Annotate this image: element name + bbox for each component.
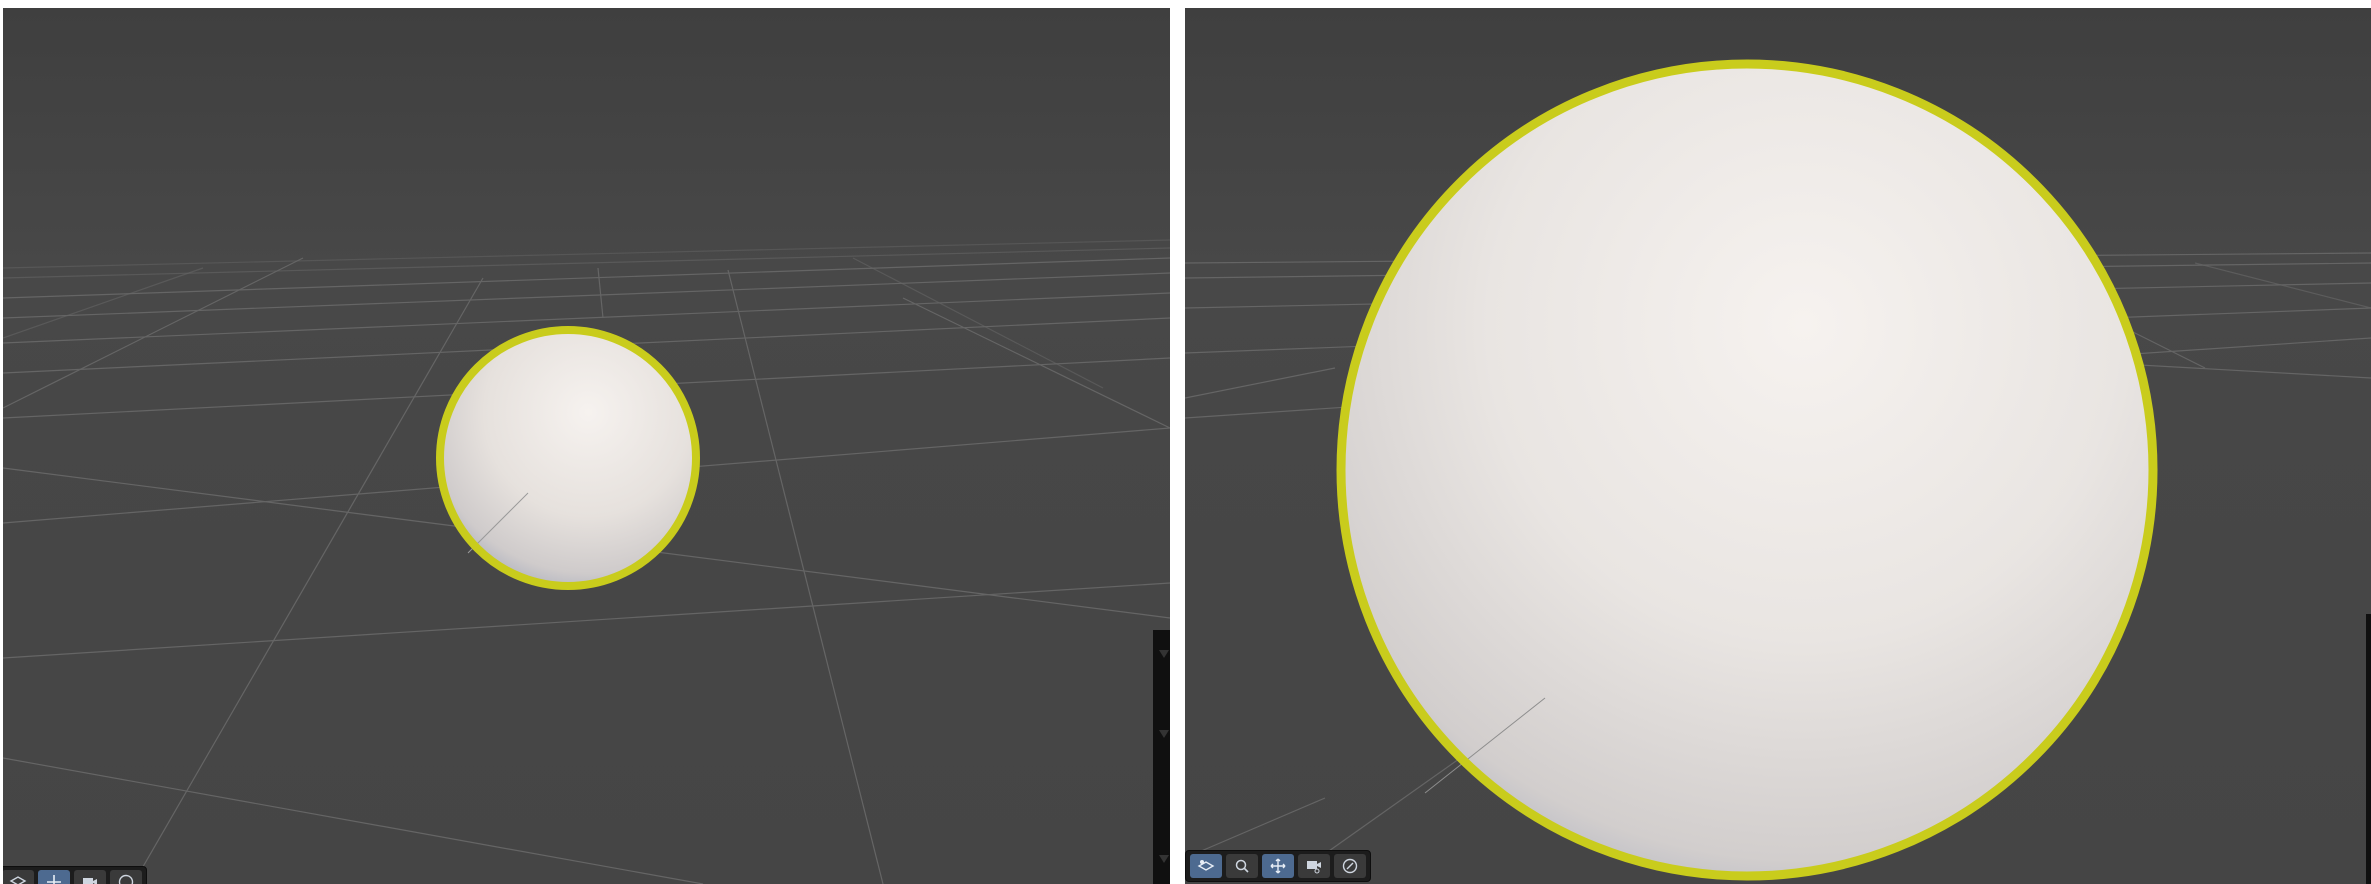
move-icon[interactable] bbox=[38, 870, 70, 884]
sphere-object[interactable] bbox=[436, 326, 700, 590]
layers-icon[interactable] bbox=[1190, 854, 1222, 878]
chevron-down-icon[interactable] bbox=[1159, 855, 1169, 863]
sphere-object[interactable] bbox=[1336, 59, 2158, 881]
side-panel-right[interactable] bbox=[2366, 614, 2371, 884]
grid-line bbox=[597, 267, 604, 319]
scene-right[interactable] bbox=[1185, 8, 2371, 884]
move-icon[interactable] bbox=[1262, 854, 1294, 878]
viewport-toolbar-left bbox=[3, 866, 147, 884]
side-panel-left[interactable] bbox=[1153, 630, 1170, 884]
grid-line bbox=[132, 277, 484, 884]
sphere-mesh bbox=[1343, 66, 2151, 874]
scene-left[interactable] bbox=[3, 8, 1170, 884]
viewport-right[interactable] bbox=[1185, 8, 2371, 884]
compass-icon[interactable] bbox=[1334, 854, 1366, 878]
chevron-down-icon[interactable] bbox=[1159, 730, 1169, 738]
grid-line bbox=[1185, 367, 1336, 399]
compass-icon[interactable] bbox=[110, 870, 142, 884]
layers-icon[interactable] bbox=[3, 870, 34, 884]
camera-icon[interactable] bbox=[74, 870, 106, 884]
grid-line bbox=[727, 269, 884, 884]
camera-icon[interactable] bbox=[1298, 854, 1330, 878]
grid-line bbox=[3, 272, 1170, 319]
grid-line bbox=[3, 257, 304, 409]
grid-line bbox=[3, 582, 1170, 659]
chevron-down-icon[interactable] bbox=[1159, 650, 1169, 658]
grid-line bbox=[3, 267, 204, 339]
search-icon[interactable] bbox=[1226, 854, 1258, 878]
viewport-toolbar-right bbox=[1185, 850, 1371, 882]
grid-line bbox=[1185, 797, 1326, 859]
grid-line bbox=[2194, 262, 2371, 309]
grid-line bbox=[902, 297, 1170, 429]
grid-line bbox=[3, 247, 1170, 279]
viewport-left[interactable] bbox=[3, 8, 1170, 884]
